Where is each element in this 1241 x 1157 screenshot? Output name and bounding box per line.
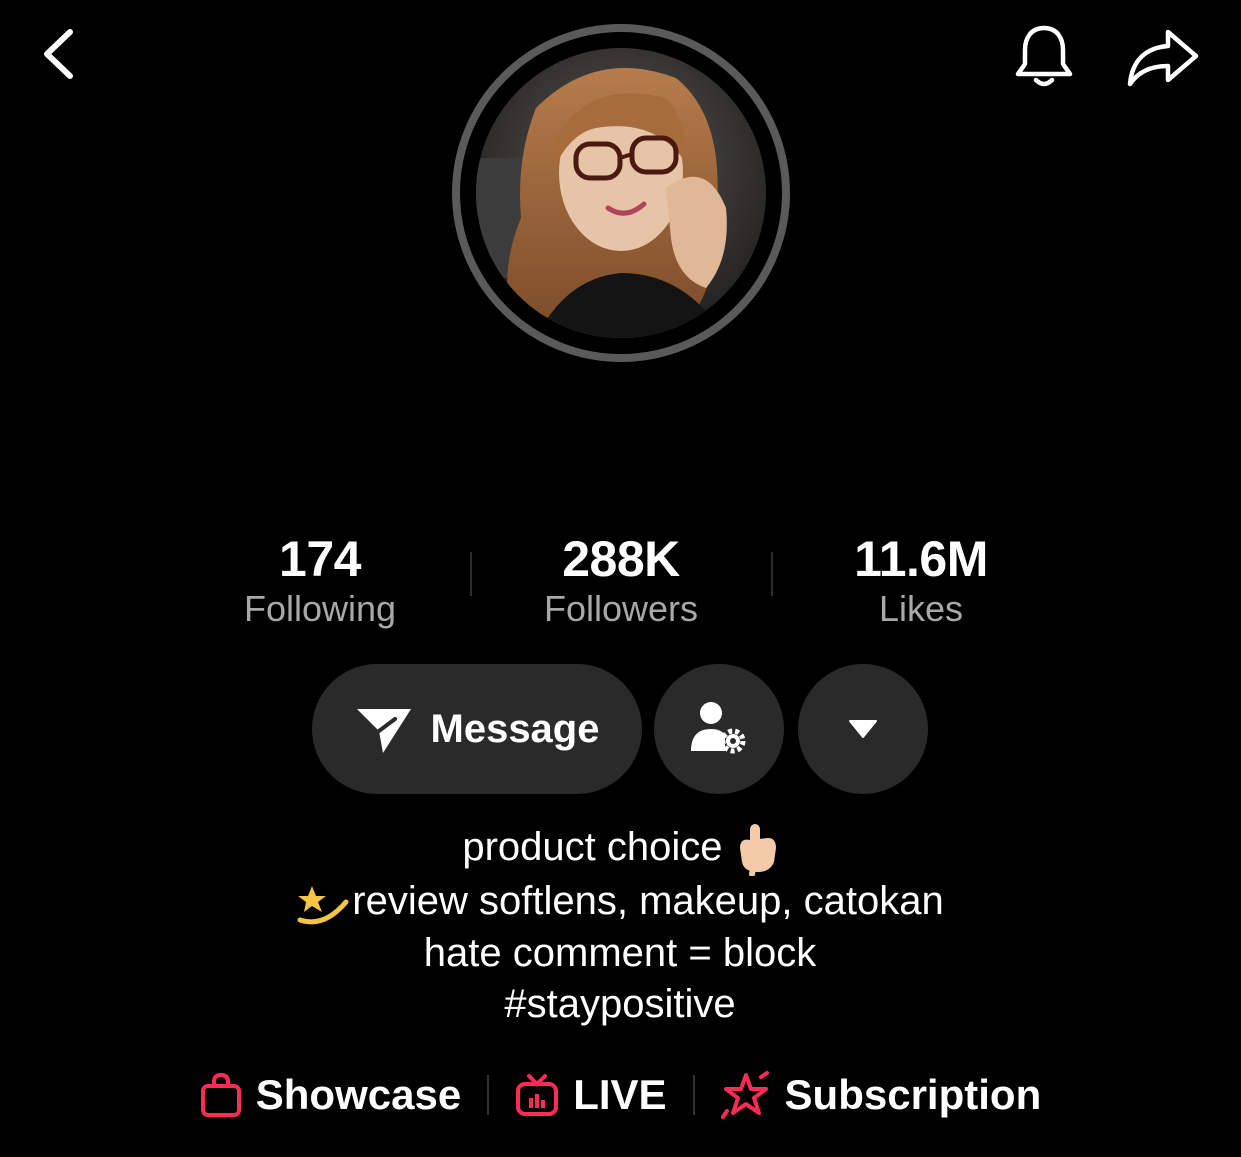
subscription-label: Subscription — [784, 1071, 1042, 1118]
bio-line: hate comment = block — [423, 930, 817, 975]
share-button[interactable] — [1122, 20, 1204, 92]
friend-settings-button[interactable] — [654, 664, 784, 794]
bell-icon — [1015, 25, 1073, 87]
likes-stat: 11.6M Likes — [791, 528, 1051, 630]
followers-count: 288K — [562, 531, 680, 587]
bio: product choice review softlens, makeup, … — [120, 822, 1120, 1030]
pointing-down-icon — [739, 824, 776, 877]
link-divider — [487, 1075, 490, 1115]
profile-links: Showcase LIVE Subscription — [0, 1064, 1241, 1126]
bio-text: review softlens, makeup, catokan — [352, 879, 944, 924]
followers-stat[interactable]: 288K Followers — [491, 528, 751, 630]
avatar[interactable] — [476, 48, 766, 338]
message-button[interactable]: Message — [312, 664, 642, 794]
subscription-star-icon — [720, 1071, 769, 1119]
more-button[interactable] — [798, 664, 928, 794]
live-label: LIVE — [573, 1071, 667, 1118]
shopping-bag-icon — [200, 1072, 241, 1117]
dizzy-star-icon — [297, 885, 349, 925]
share-arrow-icon — [1127, 29, 1199, 87]
likes-count: 11.6M — [854, 531, 988, 587]
bio-line: review softlens, makeup, catokan — [120, 876, 1120, 927]
user-gear-icon — [691, 702, 746, 754]
live-tv-icon — [516, 1074, 559, 1116]
stat-divider — [771, 552, 773, 596]
bio-text: product choice — [462, 825, 723, 869]
following-label: Following — [243, 588, 397, 629]
link-divider — [692, 1075, 695, 1115]
bio-hashtag[interactable]: #staypositive — [120, 979, 1120, 1030]
notifications-button[interactable] — [1008, 20, 1080, 92]
stat-divider — [470, 552, 472, 596]
profile-photo — [476, 48, 766, 338]
message-label: Message — [430, 706, 600, 751]
caret-down-icon — [849, 720, 877, 738]
likes-label: Likes — [878, 588, 964, 629]
followers-label: Followers — [543, 588, 699, 629]
paper-plane-icon — [356, 709, 411, 753]
live-link[interactable]: LIVE — [515, 1071, 667, 1119]
chevron-left-icon — [44, 29, 73, 79]
back-button[interactable] — [30, 22, 90, 82]
showcase-label: Showcase — [255, 1071, 462, 1118]
showcase-link[interactable]: Showcase — [200, 1071, 461, 1119]
subscription-link[interactable]: Subscription — [720, 1071, 1042, 1119]
following-stat[interactable]: 174 Following — [190, 528, 450, 630]
bio-line: product choice — [120, 822, 1120, 877]
following-count: 174 — [279, 531, 361, 587]
